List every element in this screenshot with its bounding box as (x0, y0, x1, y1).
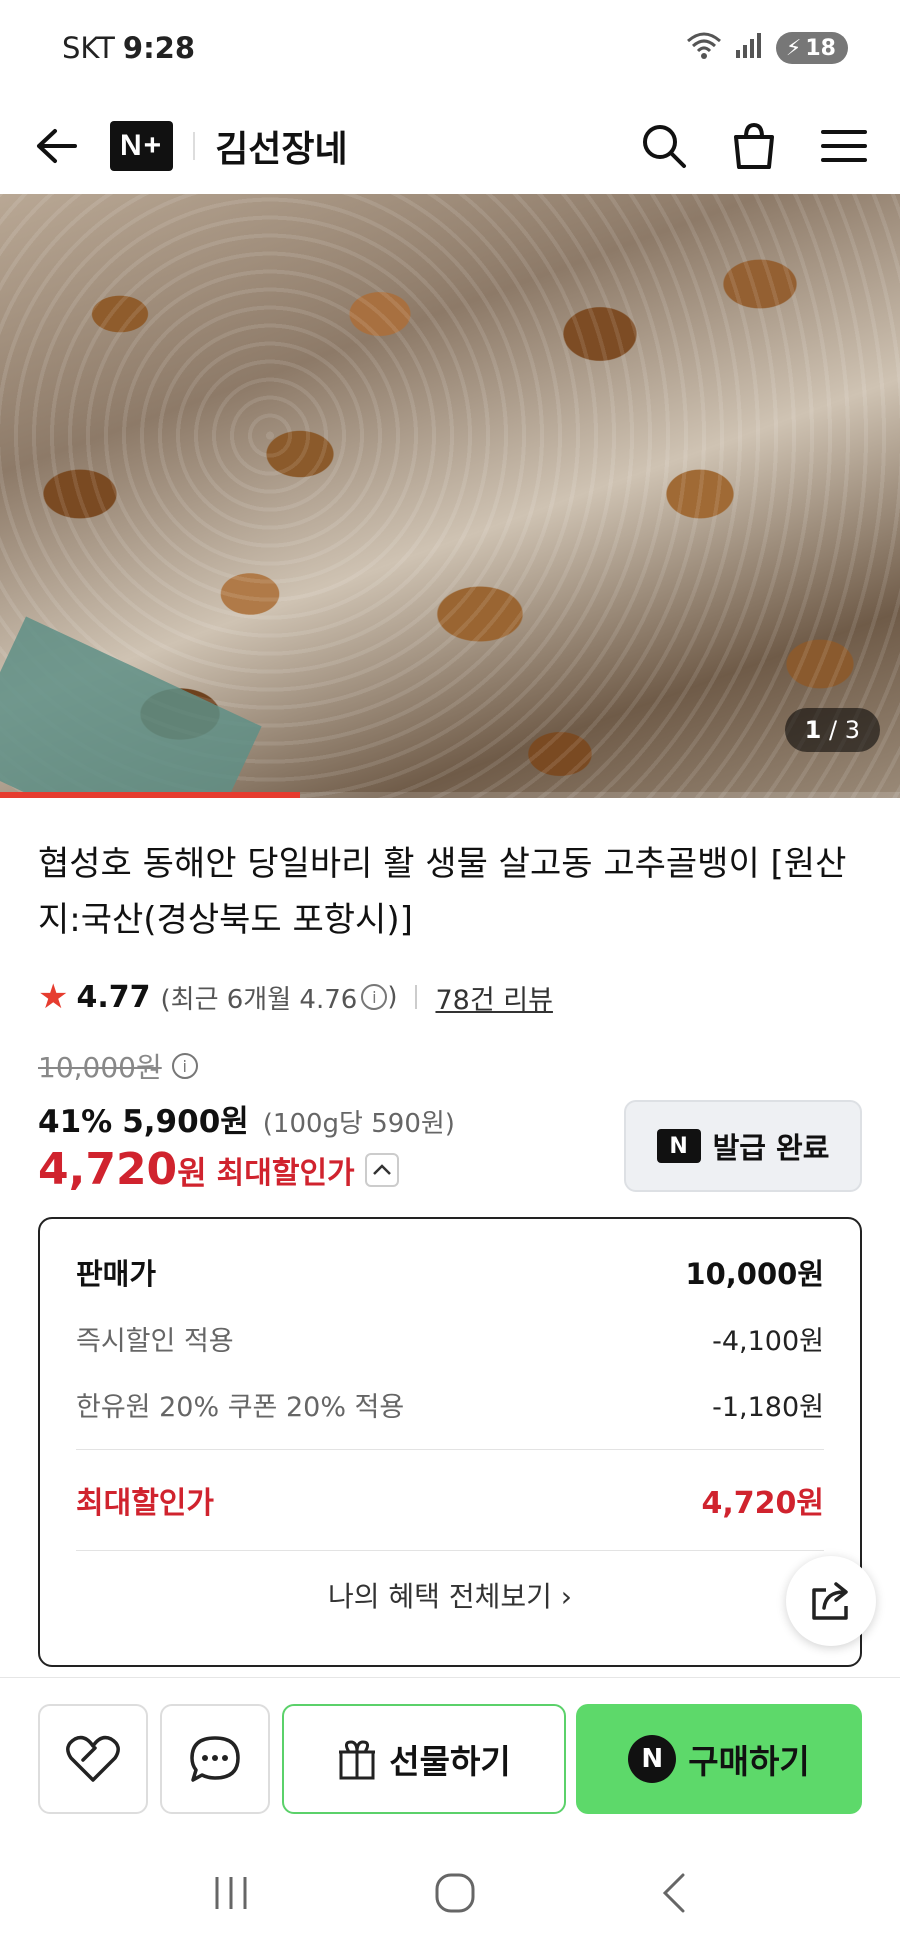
chevron-left-icon (662, 1873, 685, 1913)
breakdown-sale-value: 10,000원 (685, 1257, 824, 1291)
sale-price: 5,900원 (122, 1104, 249, 1140)
signal-icon (734, 32, 764, 64)
max-discount-label: 최대할인가 (216, 1155, 355, 1191)
hamburger-icon (821, 130, 867, 162)
original-price-row: 10,000원 i (38, 1046, 198, 1086)
wishlist-button[interactable] (38, 1704, 148, 1814)
breakdown-max-row: 최대할인가 4,720원 (76, 1462, 824, 1538)
price-breakdown-panel: 판매가 10,000원 즉시할인 적용 -4,100원 한유원 20% 쿠폰 2… (38, 1217, 862, 1667)
price-info-icon[interactable]: i (171, 1053, 198, 1079)
coupon-label: 발급 완료 (712, 1131, 830, 1165)
recent-apps-button[interactable] (211, 1875, 251, 1915)
bottom-action-bar: 선물하기 N 구매하기 (0, 1677, 900, 1817)
status-bar: SKT 9:28 ⚡ 18 (0, 0, 900, 96)
cart-button[interactable] (728, 120, 780, 172)
breakdown-divider-2 (76, 1550, 824, 1551)
clock: 9:28 (122, 31, 196, 65)
status-icons: ⚡ 18 (686, 31, 848, 65)
battery-level: 18 (805, 35, 836, 61)
original-price: 10,000원 (38, 1051, 162, 1084)
star-icon: ★ (38, 977, 69, 1017)
rating-row: ★ 4.77 (최근 6개월 4.76 i ) 78건 리뷰 (38, 972, 553, 1022)
search-icon (643, 125, 686, 168)
share-button[interactable] (786, 1556, 876, 1646)
app-header: N+ 김선장네 (0, 96, 900, 196)
review-link[interactable]: 78건 리뷰 (435, 978, 552, 1017)
naver-plus-logo[interactable]: N+ (110, 121, 174, 171)
naver-pay-icon: N (628, 1735, 677, 1783)
unit-price: (100g당 590원) (262, 1109, 455, 1139)
rating-recent-close: ) (387, 982, 398, 1012)
heart-icon (66, 1735, 120, 1782)
back-button[interactable] (30, 120, 82, 172)
system-back-button[interactable] (659, 1872, 689, 1918)
breakdown-coupon-label: 한유원 20% 쿠폰 20% 적용 (76, 1391, 405, 1423)
breakdown-instant-label: 즉시할인 적용 (76, 1325, 234, 1357)
breakdown-divider (76, 1449, 824, 1450)
coupon-issued-button[interactable]: N 발급 완료 (624, 1100, 862, 1192)
naver-n-icon: N (656, 1129, 701, 1163)
recent-apps-icon (215, 1877, 247, 1909)
gift-label: 선물하기 (389, 1742, 511, 1781)
image-page-total: / 3 (829, 716, 860, 744)
shopping-bag-icon (734, 122, 774, 169)
image-page-current: 1 (804, 716, 822, 744)
home-icon (435, 1873, 475, 1913)
image-progress-track (0, 792, 900, 798)
store-name[interactable]: 김선장네 (215, 120, 347, 172)
chevron-up-icon (372, 1163, 391, 1175)
buy-button[interactable]: N 구매하기 (576, 1704, 862, 1814)
rating-divider (415, 985, 418, 1009)
chat-bubble-icon (190, 1736, 240, 1782)
carrier-label: SKT (62, 31, 115, 65)
breakdown-sale-row: 판매가 10,000원 (76, 1239, 824, 1305)
discount-percent: 41% (38, 1104, 113, 1140)
share-icon (812, 1582, 848, 1620)
search-button[interactable] (638, 120, 690, 172)
product-title: 협성호 동해안 당일바리 활 생물 살고동 고추골뱅이 [원산지:국산(경상북도… (38, 844, 847, 940)
breakdown-max-value: 4,720원 (701, 1486, 825, 1521)
arrow-left-icon (37, 129, 77, 163)
gift-icon (339, 1740, 376, 1780)
chat-button[interactable] (160, 1704, 270, 1814)
wifi-icon (686, 31, 722, 65)
menu-button[interactable] (818, 120, 870, 172)
breakdown-coupon-value: -1,180원 (712, 1391, 824, 1423)
gift-button[interactable]: 선물하기 (282, 1704, 566, 1814)
home-button[interactable] (434, 1872, 476, 1918)
max-discount-row: 4,720원 최대할인가 (38, 1144, 399, 1195)
battery-indicator: ⚡ 18 (775, 32, 848, 64)
system-navigation-bar (0, 1840, 900, 1950)
sale-price-row: 41% 5,900원 (100g당 590원) (38, 1096, 455, 1141)
max-price-unit: 원 (177, 1154, 207, 1192)
max-price-number: 4,720 (38, 1144, 178, 1195)
image-page-indicator: 1 / 3 (784, 708, 880, 752)
buy-label: 구매하기 (688, 1742, 810, 1781)
logo-divider (193, 132, 196, 160)
breakdown-max-label: 최대할인가 (76, 1486, 214, 1521)
breakdown-sale-label: 판매가 (76, 1257, 157, 1291)
rating-recent: (최근 6개월 4.76 (160, 984, 358, 1015)
rating-value: 4.77 (76, 979, 151, 1015)
product-image-carousel[interactable]: 1 / 3 (0, 194, 900, 798)
image-progress-fill (0, 792, 300, 798)
bolt-icon: ⚡ (785, 35, 802, 61)
info-icon[interactable]: i (361, 984, 388, 1010)
breakdown-instant-value: -4,100원 (712, 1325, 824, 1357)
breakdown-instant-row: 즉시할인 적용 -4,100원 (76, 1305, 824, 1371)
max-discount-price: 4,720원 (38, 1144, 207, 1195)
all-benefits-link[interactable]: 나의 혜택 전체보기 › (76, 1575, 824, 1615)
breakdown-coupon-row: 한유원 20% 쿠폰 20% 적용 -1,180원 (76, 1371, 824, 1437)
collapse-toggle[interactable] (364, 1152, 399, 1187)
